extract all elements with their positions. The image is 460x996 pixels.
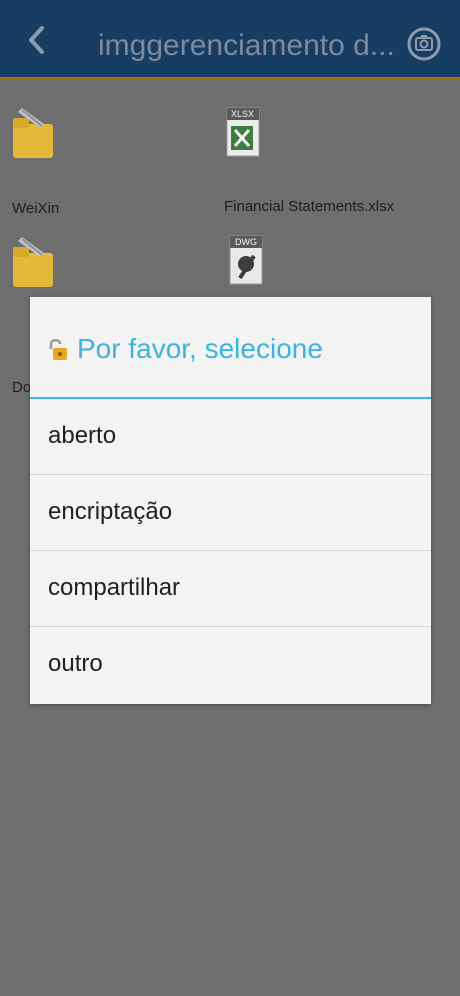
dialog-title: Por favor, selecione	[77, 333, 323, 364]
option-outro[interactable]: outro	[30, 627, 431, 703]
option-compartilhar[interactable]: compartilhar	[30, 551, 431, 627]
option-aberto[interactable]: aberto	[30, 399, 431, 475]
option-label: compartilhar	[48, 574, 181, 601]
dialog-header: Por favor, selecione	[30, 297, 431, 399]
option-encriptacao[interactable]: encriptação	[30, 475, 431, 551]
option-label: aberto	[48, 422, 117, 449]
selection-dialog: Por favor, selecione aberto encriptação …	[30, 297, 431, 704]
unlock-icon	[46, 335, 70, 363]
option-label: encriptação	[48, 498, 173, 525]
option-label: outro	[48, 650, 103, 677]
